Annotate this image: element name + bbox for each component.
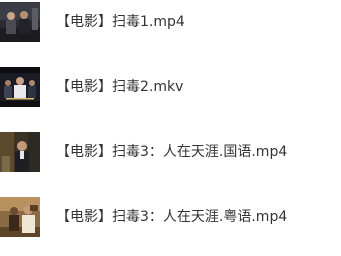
video-thumbnail[interactable] <box>0 197 40 237</box>
file-list: 【电影】扫毒1.mp4 【电影】扫毒2.mkv 【电影】扫毒3：人在天涯.国语.… <box>0 0 341 256</box>
file-item[interactable]: 【电影】扫毒1.mp4 <box>0 2 341 42</box>
video-thumbnail[interactable] <box>0 2 40 42</box>
file-item[interactable]: 【电影】扫毒3：人在天涯.粤语.mp4 <box>0 197 341 237</box>
file-name[interactable]: 【电影】扫毒1.mp4 <box>56 2 185 42</box>
video-thumbnail[interactable] <box>0 132 40 172</box>
file-item[interactable]: 【电影】扫毒3：人在天涯.国语.mp4 <box>0 132 341 172</box>
file-name[interactable]: 【电影】扫毒3：人在天涯.粤语.mp4 <box>56 197 287 237</box>
file-item[interactable]: 【电影】扫毒2.mkv <box>0 67 341 107</box>
video-thumbnail[interactable] <box>0 67 40 107</box>
file-name[interactable]: 【电影】扫毒2.mkv <box>56 67 183 107</box>
file-name[interactable]: 【电影】扫毒3：人在天涯.国语.mp4 <box>56 132 287 172</box>
